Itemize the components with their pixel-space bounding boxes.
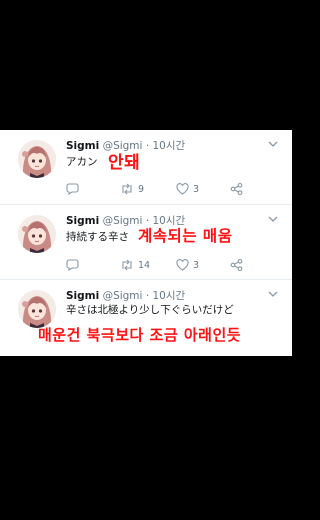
like-icon [176, 259, 189, 271]
handle[interactable]: @Sigmi [103, 215, 143, 227]
reply-icon [66, 259, 79, 271]
like-button[interactable]: 3 [176, 257, 199, 273]
tweet-actions: 14 3 [0, 257, 292, 273]
chevron-down-icon[interactable] [268, 140, 278, 148]
translation-overlay: 매운건 북극보다 조금 아래인듯 [38, 326, 242, 344]
timestamp[interactable]: 10시간 [153, 140, 186, 152]
tweet-actions: 9 3 [0, 181, 292, 197]
avatar[interactable] [18, 215, 56, 253]
display-name[interactable]: Sigmi [66, 290, 99, 302]
display-name[interactable]: Sigmi [66, 140, 99, 152]
retweet-icon [122, 259, 132, 271]
separator-dot: · [145, 140, 150, 152]
like-count: 3 [193, 259, 200, 271]
translation-overlay: 계속되는 매움 [138, 227, 233, 245]
share-icon [230, 259, 243, 271]
timestamp[interactable]: 10시간 [153, 290, 186, 302]
separator-dot: · [145, 290, 150, 302]
display-name[interactable]: Sigmi [66, 215, 99, 227]
translation-overlay: 안돼 [108, 153, 141, 173]
tweet-text: 持続する辛さ [66, 231, 129, 243]
reply-button[interactable] [66, 257, 79, 273]
tweet-2[interactable]: Sigmi @Sigmi · 10시간 持続する辛さ 계속되는 매움 14 3 [0, 205, 292, 280]
chevron-down-icon[interactable] [268, 215, 278, 223]
retweet-count: 9 [138, 183, 145, 195]
like-count: 3 [193, 183, 200, 195]
like-button[interactable]: 3 [176, 181, 199, 197]
handle[interactable]: @Sigmi [103, 290, 143, 302]
tweet-3[interactable]: Sigmi @Sigmi · 10시간 辛さは北極より少し下ぐらいだけど 매운건… [0, 280, 292, 356]
share-icon [230, 183, 243, 195]
avatar[interactable] [18, 140, 56, 178]
retweet-button[interactable]: 9 [120, 181, 144, 197]
tweet-1[interactable]: Sigmi @Sigmi · 10시간 アカン 안돼 9 3 [0, 130, 292, 205]
tweet-panel: Sigmi @Sigmi · 10시간 アカン 안돼 9 3 Sigmi @Si… [0, 130, 292, 356]
tweet-text: アカン [66, 156, 98, 168]
share-button[interactable] [230, 257, 243, 273]
tweet-text: 辛さは北極より少し下ぐらいだけど [66, 304, 234, 316]
retweet-button[interactable]: 14 [120, 257, 150, 273]
retweet-count: 14 [138, 259, 151, 271]
avatar[interactable] [18, 290, 56, 328]
reply-icon [66, 183, 79, 195]
like-icon [176, 183, 189, 195]
reply-button[interactable] [66, 181, 79, 197]
share-button[interactable] [230, 181, 243, 197]
tweet-header: Sigmi @Sigmi · 10시간 [66, 288, 185, 303]
retweet-icon [122, 183, 132, 195]
chevron-down-icon[interactable] [268, 290, 278, 298]
